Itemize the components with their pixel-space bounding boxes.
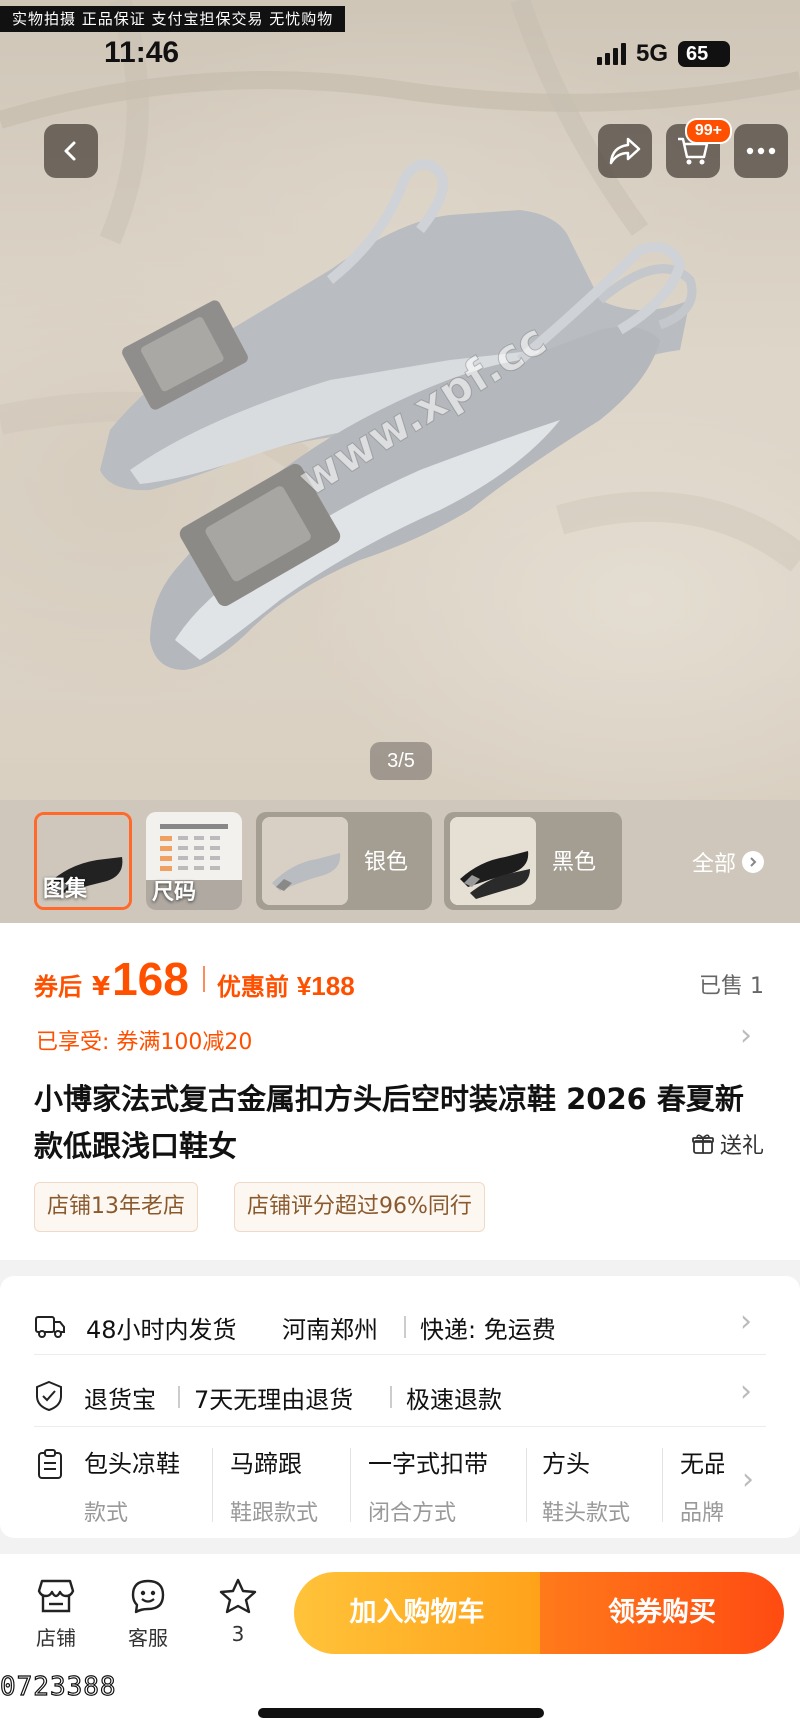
corner-code-watermark: 0723388 <box>0 1671 117 1702</box>
divider <box>34 1354 766 1355</box>
coupon-info[interactable]: 已享受: 券满100减20 <box>36 1024 252 1056</box>
more-button[interactable] <box>734 124 788 178</box>
watermark-banner: 实物拍摄 正品保证 支付宝担保交易 无忧购物 <box>0 6 346 32</box>
chevron-right-icon[interactable]: › <box>742 1462 754 1497</box>
fast-refund: 极速退款 <box>406 1386 502 1414</box>
buy-with-coupon-button[interactable]: 领券购买 <box>540 1572 784 1654</box>
currency-symbol: ¥ <box>92 972 111 1002</box>
chevron-right-icon[interactable]: › <box>740 1018 752 1053</box>
customer-service-tab[interactable]: 客服 <box>116 1578 180 1651</box>
store-rating-tag: 店铺评分超过96%同行 <box>234 1182 485 1232</box>
product-detail-page: www.xpf.cc 实物拍摄 正品保证 支付宝担保交易 无忧购物 11:46 … <box>0 0 800 1733</box>
add-to-cart-button[interactable]: 加入购物车 <box>294 1572 540 1654</box>
return-insurance: 退货宝 <box>84 1386 156 1414</box>
share-button[interactable] <box>598 124 652 178</box>
attribute-key: 款式 <box>84 1501 129 1526</box>
variant-label: 银色 <box>364 850 409 875</box>
attribute-value: 包头凉鞋 <box>84 1450 180 1478</box>
store-tab[interactable]: 店铺 <box>24 1578 88 1651</box>
separator <box>526 1448 527 1522</box>
status-indicators: 5G 65 <box>596 40 730 68</box>
express-fee: 快递: 免运费 <box>420 1316 556 1344</box>
attribute-value: 一字式扣带 <box>368 1450 488 1478</box>
attribute-value: 方头 <box>542 1450 590 1478</box>
signal-icon <box>596 43 626 65</box>
separator <box>390 1386 392 1408</box>
service-label: 客服 <box>128 1626 168 1650</box>
store-age-tag: 店铺13年老店 <box>34 1182 198 1232</box>
gift-label: 送礼 <box>719 1134 764 1159</box>
favorite-tab[interactable]: 3 <box>206 1578 270 1646</box>
shipping-time: 48小时内发货 <box>86 1316 237 1344</box>
attribute-closure[interactable]: 一字式扣带 闭合方式 <box>368 1444 488 1527</box>
attribute-key: 品牌 <box>680 1501 724 1526</box>
separator <box>178 1386 180 1408</box>
chevron-right-icon: › <box>740 1374 752 1409</box>
chevron-left-icon <box>64 141 76 161</box>
variant-label: 黑色 <box>552 850 597 875</box>
divider <box>34 1426 766 1427</box>
variant-size-chart[interactable]: 尺码 <box>146 812 242 910</box>
status-time: 11:46 <box>104 36 180 69</box>
view-all-label: 全部 <box>692 852 737 877</box>
attribute-brand[interactable]: 无品 品牌 <box>680 1444 724 1527</box>
gift-icon <box>692 1134 714 1154</box>
price-value: 168 <box>112 953 189 1005</box>
favorite-count: 3 <box>231 1622 245 1646</box>
cart-button[interactable]: 99+ <box>666 118 732 178</box>
battery-icon: 65 <box>678 41 730 67</box>
store-icon <box>37 1579 75 1613</box>
chat-face-icon <box>131 1579 165 1614</box>
attribute-heel[interactable]: 马蹄跟 鞋跟款式 <box>230 1444 318 1527</box>
star-icon <box>219 1578 257 1614</box>
attribute-key: 闭合方式 <box>368 1501 457 1526</box>
share-icon <box>609 137 641 165</box>
shipping-row[interactable]: 48小时内发货 河南郑州 快递: 免运费 › <box>0 1290 800 1364</box>
chevron-right-icon: › <box>740 1304 752 1339</box>
price-row: 券后 ¥ 168 优惠前 ¥188 <box>34 952 355 1006</box>
home-indicator[interactable] <box>258 1708 544 1718</box>
price-divider <box>202 966 205 992</box>
separator <box>350 1448 351 1522</box>
separator <box>212 1448 213 1522</box>
return-policy: 7天无理由退货 <box>194 1386 354 1414</box>
clipboard-icon <box>38 1449 62 1479</box>
black-thumb-image <box>450 817 536 905</box>
back-button[interactable] <box>44 124 98 178</box>
original-price: ¥188 <box>296 971 355 1001</box>
truck-icon <box>35 1316 65 1338</box>
variant-gallery[interactable]: 图集 <box>34 812 132 910</box>
gallery-page-indicator: 3/5 <box>370 742 432 780</box>
silver-thumb-image <box>262 817 348 905</box>
separator <box>404 1316 406 1338</box>
view-all-variants-link[interactable]: 全部 <box>692 846 765 878</box>
ship-from-location: 河南郑州 <box>282 1316 378 1344</box>
attribute-style[interactable]: 包头凉鞋 款式 <box>84 1444 180 1527</box>
returns-row[interactable]: 退货宝 7天无理由退货 极速退款 › <box>0 1360 800 1434</box>
product-title: 小博家法式复古金属扣方头后空时装凉鞋 2026 春夏新款低跟浅口鞋女 <box>34 1082 744 1163</box>
attribute-value: 马蹄跟 <box>230 1450 302 1478</box>
cart-count-badge: 99+ <box>684 118 732 144</box>
variant-black[interactable]: 黑色 <box>444 812 622 910</box>
network-type: 5G <box>635 40 668 67</box>
product-photo: www.xpf.cc <box>0 0 800 670</box>
separator <box>662 1448 663 1522</box>
attribute-value: 无品 <box>680 1450 724 1478</box>
sold-count: 已售 1 <box>699 974 764 999</box>
attribute-key: 鞋跟款式 <box>230 1501 319 1526</box>
variant-label: 图集 <box>43 877 88 902</box>
after-coupon-label: 券后 <box>34 973 82 1001</box>
attribute-key: 鞋头款式 <box>542 1501 631 1526</box>
variant-silver[interactable]: 银色 <box>256 812 432 910</box>
attribute-toe[interactable]: 方头 鞋头款式 <box>542 1444 630 1527</box>
variant-label: 尺码 <box>152 880 197 905</box>
store-label: 店铺 <box>36 1626 76 1650</box>
shield-check-icon <box>36 1380 62 1412</box>
gift-button[interactable]: 送礼 <box>692 1128 764 1160</box>
before-discount-label: 优惠前 <box>216 973 289 1001</box>
product-image[interactable]: www.xpf.cc 实物拍摄 正品保证 支付宝担保交易 无忧购物 11:46 … <box>0 0 800 800</box>
more-dots-icon <box>746 147 776 155</box>
chevron-right-icon <box>742 851 765 873</box>
